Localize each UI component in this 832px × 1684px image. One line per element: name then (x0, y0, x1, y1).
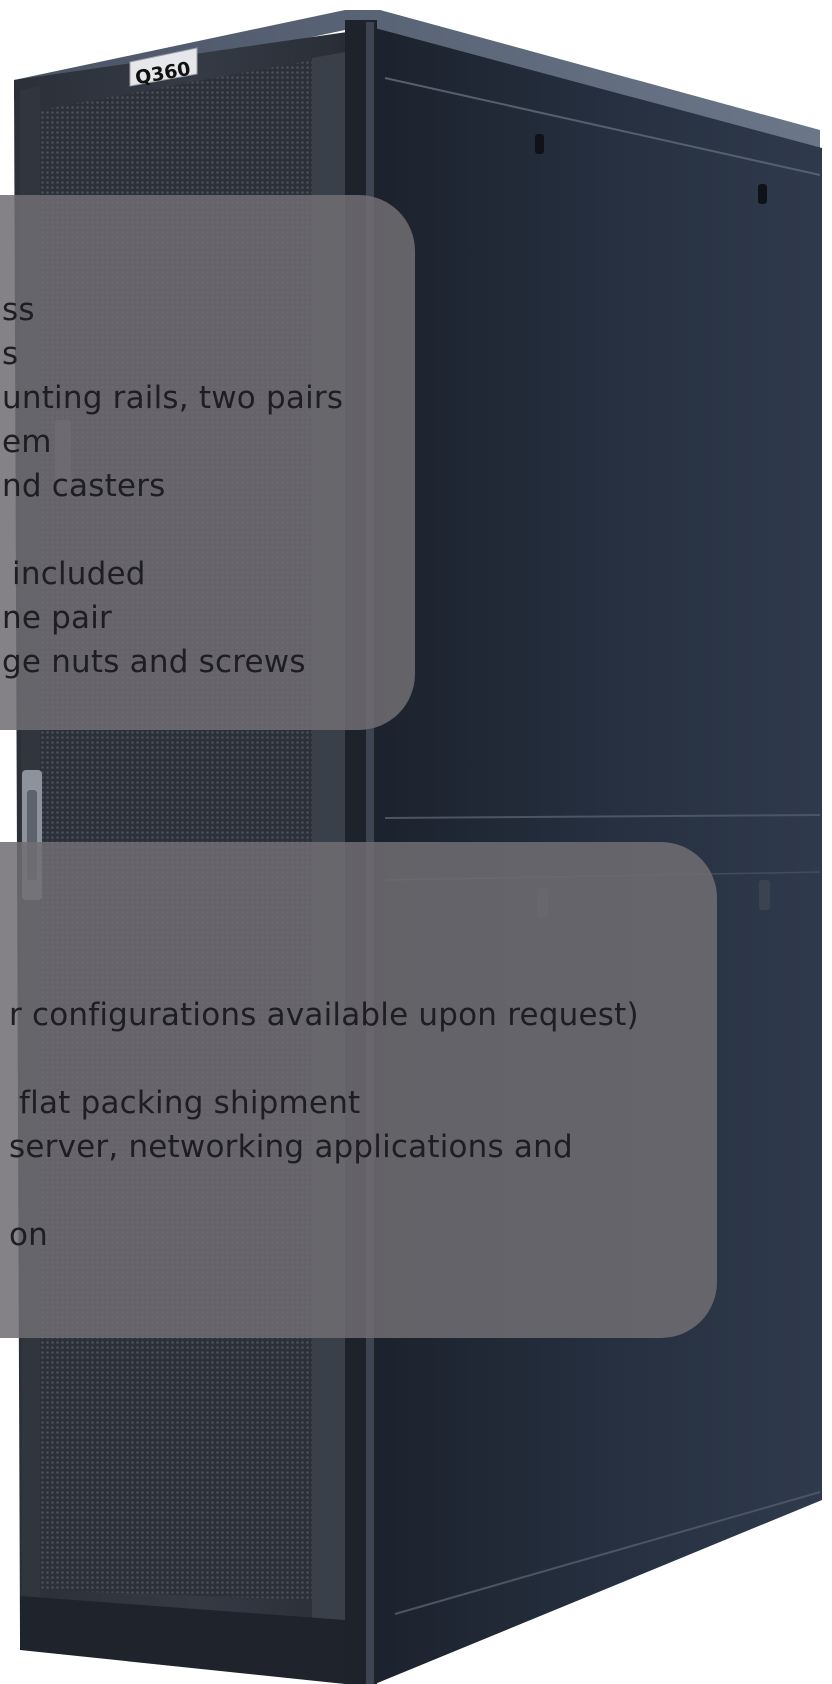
features-list-bottom: r configurations available upon request)… (9, 993, 639, 1257)
feature-item: r configurations available upon request) (9, 997, 639, 1033)
feature-item: ge nuts and screws (2, 644, 306, 680)
feature-item: ne pair (2, 600, 113, 636)
feature-item: nd casters (2, 468, 166, 504)
feature-item: em (2, 424, 52, 460)
features-card-top: ss s unting rails, two pairs em nd caste… (0, 195, 415, 730)
product-image-stage: Q360 ss s unting rails, two pairs em nd … (0, 0, 832, 1684)
feature-item: ss (2, 292, 35, 328)
feature-item (9, 1169, 639, 1213)
feature-item: s (2, 336, 19, 372)
feature-item: on (9, 1217, 49, 1253)
features-list-top: ss s unting rails, two pairs em nd caste… (2, 288, 343, 684)
feature-item: unting rails, two pairs (2, 380, 344, 416)
feature-item: flat packing shipment (9, 1085, 361, 1121)
feature-item: server, networking applications and (9, 1129, 573, 1165)
feature-item: included (2, 556, 146, 592)
feature-item (9, 1037, 639, 1081)
feature-item (2, 508, 343, 552)
features-card-bottom: r configurations available upon request)… (0, 842, 717, 1338)
